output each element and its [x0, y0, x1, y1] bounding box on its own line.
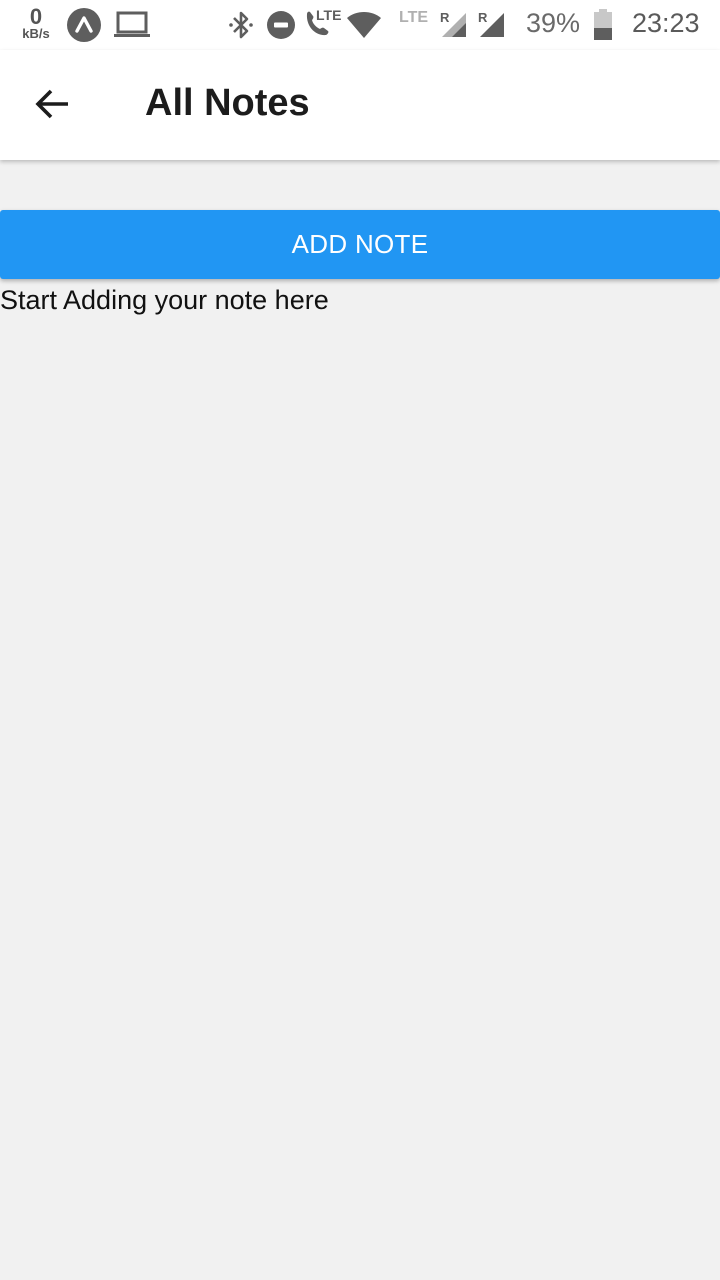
network-speed: 0 kB/s — [18, 4, 54, 41]
app-bar: All Notes — [0, 50, 720, 160]
clock: 23:23 — [632, 8, 700, 38]
arrow-left-icon — [34, 88, 70, 125]
wifi-icon — [346, 11, 382, 44]
volte-label: LTE — [316, 7, 342, 23]
back-button[interactable] — [20, 74, 84, 138]
battery-percent: 39% — [526, 8, 581, 38]
bluetooth-icon — [228, 9, 254, 46]
signal-sim1-icon — [441, 12, 467, 43]
battery-icon — [593, 9, 613, 46]
network-speed-unit: kB/s — [22, 26, 50, 41]
laptop-icon — [113, 10, 151, 45]
add-note-button[interactable]: ADD NOTE — [0, 210, 720, 279]
status-bar: 0 kB/s LTE LTE R R 39% 23:23 — [0, 0, 720, 50]
do-not-disturb-icon — [266, 10, 296, 45]
app-notification-icon — [66, 7, 102, 48]
lte-sim1-label: LTE — [399, 9, 429, 26]
page-title: All Notes — [145, 82, 310, 124]
empty-state-text: Start Adding your note here — [0, 285, 329, 315]
signal-sim2-icon — [479, 12, 505, 43]
network-speed-value: 0 — [29, 4, 43, 29]
